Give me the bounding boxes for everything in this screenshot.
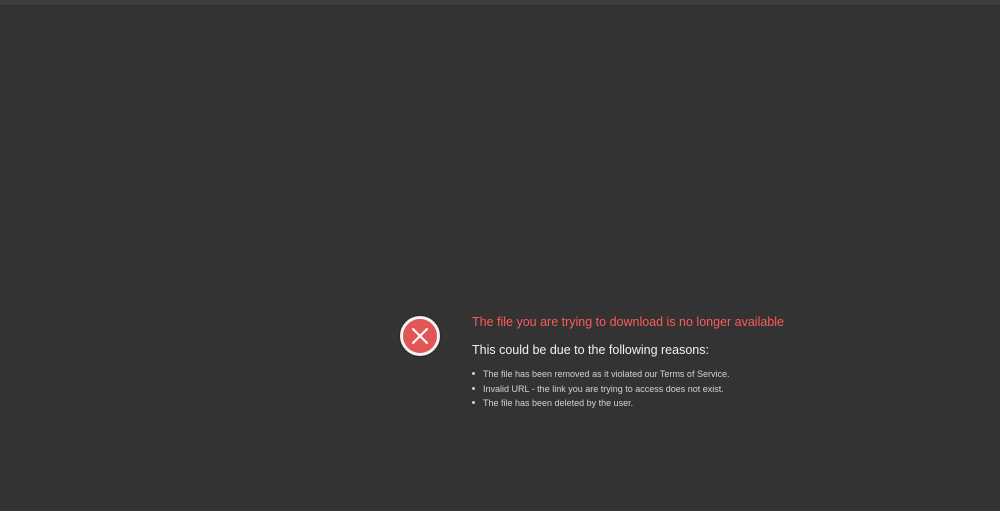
reason-text: The file has been removed as it violated… bbox=[483, 369, 730, 379]
reason-item: Invalid URL - the link you are trying to… bbox=[472, 382, 812, 397]
bullet-icon bbox=[472, 386, 475, 390]
bullet-icon bbox=[472, 372, 475, 375]
reason-text: Invalid URL - the link you are trying to… bbox=[483, 383, 724, 394]
reasons-list: The file has been removed as it violated… bbox=[472, 367, 812, 411]
top-bar bbox=[0, 0, 1000, 6]
error-text-block: The file you are trying to download is n… bbox=[472, 313, 812, 411]
reason-item: The file has been removed as it violated… bbox=[472, 367, 812, 382]
x-mark-icon bbox=[412, 328, 428, 344]
reason-item: The file has been deleted by the user. bbox=[472, 396, 812, 411]
bullet-icon bbox=[472, 401, 475, 404]
reasons-heading: This could be due to the following reaso… bbox=[472, 343, 709, 357]
error-title: The file you are trying to download is n… bbox=[472, 315, 784, 329]
error-x-circle-icon bbox=[400, 316, 440, 356]
reason-text: The file has been deleted by the user. bbox=[483, 398, 634, 408]
error-message-panel: The file you are trying to download is n… bbox=[400, 313, 820, 423]
